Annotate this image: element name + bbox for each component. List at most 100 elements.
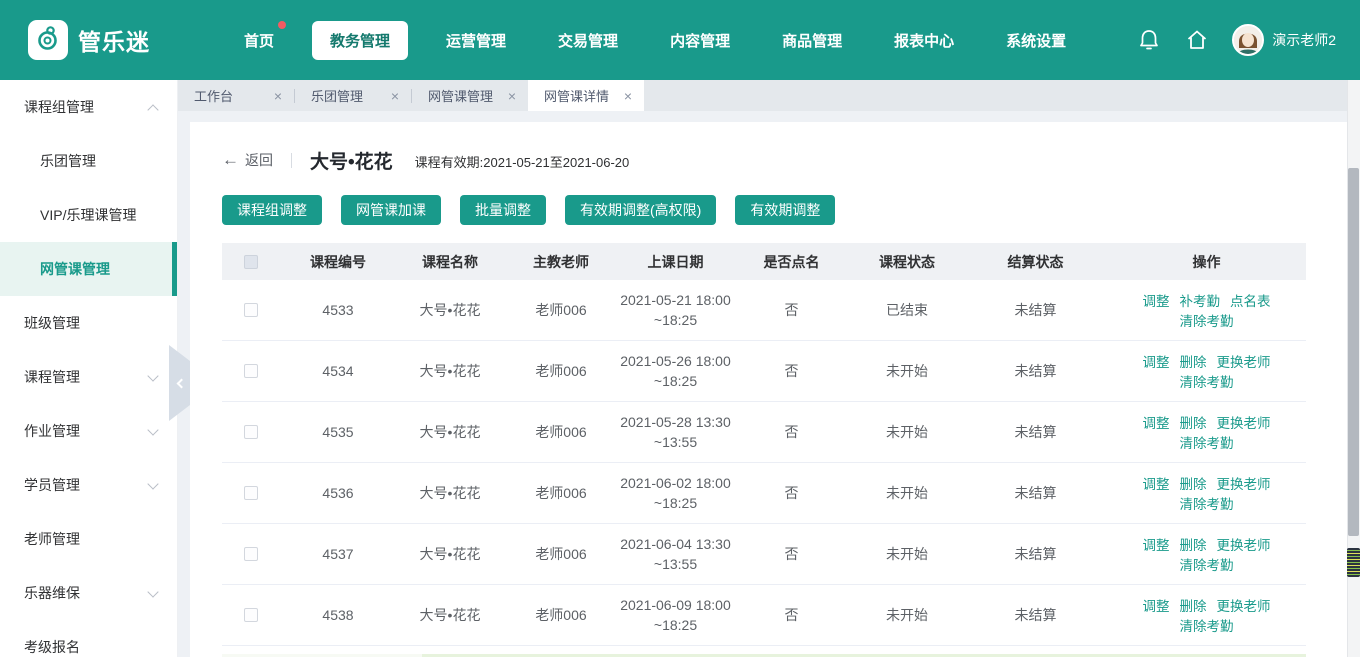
sidebar-item-exam-registration[interactable]: 考级报名: [0, 620, 177, 657]
adjust-link[interactable]: 调整: [1143, 355, 1170, 370]
tab-workbench[interactable]: 工作台 ×: [178, 80, 294, 111]
nav-item-content[interactable]: 内容管理: [656, 22, 744, 59]
close-icon[interactable]: ×: [391, 88, 399, 104]
nav-item-transactions[interactable]: 交易管理: [544, 22, 632, 59]
sidebar-item-vip-theory-mgmt[interactable]: VIP/乐理课管理: [0, 188, 177, 242]
brand-name: 管乐迷: [78, 23, 150, 57]
sidebar-item-teacher-mgmt[interactable]: 老师管理: [0, 512, 177, 566]
row-checkbox[interactable]: [244, 608, 258, 622]
course-name: 大号•花花: [396, 605, 504, 625]
sidebar-item-instrument-maintenance[interactable]: 乐器维保: [0, 566, 177, 620]
col-header-lesson-id: 课程编号: [280, 252, 396, 272]
clear-attendance-link[interactable]: 清除考勤: [1180, 558, 1234, 573]
brand[interactable]: 管乐迷: [28, 20, 178, 60]
clear-attendance-link[interactable]: 清除考勤: [1180, 314, 1234, 329]
lesson-date: 2021-06-02 18:00~18:25: [620, 473, 732, 513]
settlement-status: 未结算: [964, 422, 1107, 442]
tab-orchestra-mgmt[interactable]: 乐团管理 ×: [295, 80, 411, 111]
col-header-rollcall: 是否点名: [733, 252, 850, 272]
rollcall-sheet-link[interactable]: 点名表: [1230, 294, 1271, 309]
clear-attendance-link[interactable]: 清除考勤: [1180, 619, 1234, 634]
sidebar-item-orchestra-mgmt[interactable]: 乐团管理: [0, 134, 177, 188]
nav-item-home[interactable]: 首页: [230, 22, 288, 59]
validity-adjust-button[interactable]: 有效期调整: [735, 195, 835, 225]
nav-item-operations[interactable]: 运营管理: [432, 22, 520, 59]
bell-icon[interactable]: [1136, 27, 1162, 53]
col-header-teacher: 主教老师: [504, 252, 618, 272]
sidebar-item-course-mgmt[interactable]: 课程管理: [0, 350, 177, 404]
settlement-status: 未结算: [964, 361, 1107, 381]
open-tabs-bar: 工作台 × 乐团管理 × 网管课管理 × 网管课详情 ×: [178, 80, 1360, 111]
adjust-link[interactable]: 调整: [1143, 538, 1170, 553]
close-icon[interactable]: ×: [274, 88, 282, 104]
lesson-id: 4535: [280, 424, 396, 440]
settlement-status: 未结算: [964, 300, 1107, 320]
row-checkbox[interactable]: [244, 364, 258, 378]
change-teacher-link[interactable]: 更换老师: [1217, 477, 1271, 492]
row-checkbox[interactable]: [244, 303, 258, 317]
change-teacher-link[interactable]: 更换老师: [1217, 599, 1271, 614]
adjust-link[interactable]: 调整: [1143, 416, 1170, 431]
clear-attendance-link[interactable]: 清除考勤: [1180, 497, 1234, 512]
lesson-date: 2021-05-28 13:30~13:55: [620, 412, 732, 452]
delete-link[interactable]: 删除: [1180, 477, 1207, 492]
tab-online-class-detail[interactable]: 网管课详情 ×: [528, 80, 644, 111]
clear-attendance-link[interactable]: 清除考勤: [1180, 436, 1234, 451]
rollcall-flag: 否: [733, 544, 850, 564]
row-checkbox[interactable]: [244, 547, 258, 561]
delete-link[interactable]: 删除: [1180, 355, 1207, 370]
header-right: 演示老师2: [1114, 24, 1336, 56]
teacher-name: 老师006: [504, 605, 618, 625]
delete-link[interactable]: 删除: [1180, 599, 1207, 614]
brand-logo: [28, 20, 68, 60]
adjust-link[interactable]: 调整: [1143, 294, 1170, 309]
notification-dot: [278, 21, 286, 29]
row-checkbox[interactable]: [244, 425, 258, 439]
scrollbar-thumb[interactable]: [1348, 168, 1359, 536]
delete-link[interactable]: 删除: [1180, 416, 1207, 431]
clear-attendance-link[interactable]: 清除考勤: [1180, 375, 1234, 390]
adjust-course-group-button[interactable]: 课程组调整: [222, 195, 322, 225]
settlement-status: 未结算: [964, 605, 1107, 625]
top-header: 管乐迷 首页 教务管理 运营管理 交易管理 内容管理 商品管理 报表中心 系统设…: [0, 0, 1360, 80]
adjust-link[interactable]: 调整: [1143, 599, 1170, 614]
course-validity: 课程有效期:2021-05-21至2021-06-20: [415, 152, 630, 171]
delete-link[interactable]: 删除: [1180, 538, 1207, 553]
back-arrow-icon: ←: [222, 150, 239, 170]
course-name: 大号•花花: [396, 361, 504, 381]
sidebar-item-homework-mgmt[interactable]: 作业管理: [0, 404, 177, 458]
row-checkbox[interactable]: [244, 486, 258, 500]
lesson-status: 未开始: [850, 605, 964, 625]
table-row: 4535 大号•花花 老师006 2021-05-28 13:30~13:55 …: [222, 402, 1306, 463]
app-window: 管乐迷 首页 教务管理 运营管理 交易管理 内容管理 商品管理 报表中心 系统设…: [0, 0, 1360, 657]
course-name: 大号•花花: [396, 300, 504, 320]
nav-item-settings[interactable]: 系统设置: [992, 22, 1080, 59]
nav-item-products[interactable]: 商品管理: [768, 22, 856, 59]
nav-item-academic[interactable]: 教务管理: [312, 21, 408, 60]
user-name[interactable]: 演示老师2: [1272, 30, 1336, 50]
sidebar-item-online-class-mgmt[interactable]: 网管课管理: [0, 242, 177, 296]
home-icon[interactable]: [1184, 27, 1210, 53]
batch-adjust-button[interactable]: 批量调整: [460, 195, 546, 225]
user-avatar[interactable]: [1232, 24, 1264, 56]
sidebar-item-course-group-mgmt[interactable]: 课程组管理: [0, 80, 177, 134]
close-icon[interactable]: ×: [624, 88, 632, 104]
sidebar-item-class-mgmt[interactable]: 班级管理: [0, 296, 177, 350]
add-online-class-button[interactable]: 网管课加课: [341, 195, 441, 225]
change-teacher-link[interactable]: 更换老师: [1217, 416, 1271, 431]
sidebar-item-student-mgmt[interactable]: 学员管理: [0, 458, 177, 512]
back-button[interactable]: ← 返回: [222, 150, 273, 170]
teacher-name: 老师006: [504, 422, 618, 442]
change-teacher-link[interactable]: 更换老师: [1217, 355, 1271, 370]
close-icon[interactable]: ×: [508, 88, 516, 104]
table-header-row: 课程编号 课程名称 主教老师 上课日期 是否点名 课程状态 结算状态 操作: [222, 243, 1306, 280]
adjust-link[interactable]: 调整: [1143, 477, 1170, 492]
change-teacher-link[interactable]: 更换老师: [1217, 538, 1271, 553]
nav-item-reports[interactable]: 报表中心: [880, 22, 968, 59]
makeup-attendance-link[interactable]: 补考勤: [1180, 294, 1221, 309]
scrollbar-artifact: [1347, 548, 1360, 577]
select-all-checkbox[interactable]: [244, 255, 258, 269]
chevron-down-icon: [147, 478, 158, 489]
validity-adjust-privileged-button[interactable]: 有效期调整(高权限): [565, 195, 716, 225]
tab-online-class-mgmt[interactable]: 网管课管理 ×: [412, 80, 528, 111]
